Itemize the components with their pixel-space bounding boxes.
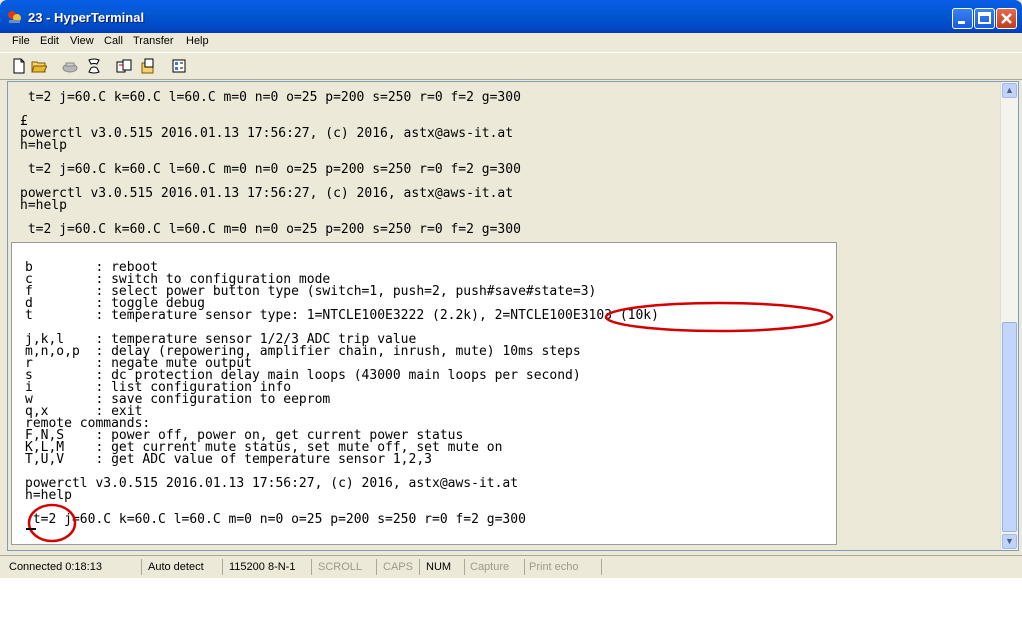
menu-transfer[interactable]: Transfer <box>133 35 174 47</box>
annotation-overlay <box>27 301 834 543</box>
new-connection-icon[interactable] <box>11 58 27 74</box>
menu-file[interactable]: File <box>12 35 30 47</box>
terminal-scrollback: t=2 j=60.C k=60.C l=60.C m=0 n=0 o=25 p=… <box>20 90 521 237</box>
close-icon <box>1001 13 1012 24</box>
properties-icon[interactable] <box>172 58 188 74</box>
menu-call[interactable]: Call <box>104 35 123 47</box>
vertical-scrollbar[interactable]: ▲ ▼ <box>1000 82 1018 550</box>
status-num: NUM <box>423 559 465 575</box>
scroll-up-button[interactable]: ▲ <box>1002 83 1017 98</box>
title-bar[interactable]: 23 - HyperTerminal <box>0 0 1022 33</box>
maximize-button[interactable] <box>974 8 995 29</box>
hyperterminal-app-icon[interactable] <box>7 9 22 24</box>
chevron-up-icon: ▲ <box>1005 85 1014 95</box>
receive-file-icon[interactable] <box>140 58 156 74</box>
minimize-icon <box>958 21 965 24</box>
status-baud: 115200 8-N-1 <box>226 559 312 575</box>
menu-view[interactable]: View <box>70 35 94 47</box>
status-bar: Connected 0:18:13 Auto detect 115200 8-N… <box>0 555 1022 577</box>
annotation-circle-sensor-type <box>604 301 834 333</box>
scroll-thumb[interactable] <box>1002 322 1017 532</box>
status-print-echo: Print echo <box>526 559 602 575</box>
menu-edit[interactable]: Edit <box>40 35 59 47</box>
open-folder-icon[interactable] <box>31 58 47 74</box>
status-capture: Capture <box>467 559 525 575</box>
status-auto-detect: Auto detect <box>145 559 223 575</box>
status-caps: CAPS <box>380 559 420 575</box>
scroll-down-button[interactable]: ▼ <box>1002 534 1017 549</box>
minimize-button[interactable] <box>952 8 973 29</box>
chevron-down-icon: ▼ <box>1005 536 1014 546</box>
connect-phone-icon[interactable] <box>62 58 78 74</box>
status-scroll: SCROLL <box>315 559 377 575</box>
menu-bar: File Edit View Call Transfer Help <box>0 33 1022 50</box>
terminal-area[interactable]: t=2 j=60.C k=60.C l=60.C m=0 n=0 o=25 p=… <box>7 81 1019 551</box>
close-button[interactable] <box>996 8 1017 29</box>
terminal-screen[interactable]: b : reboot c : switch to configuration m… <box>11 242 837 545</box>
annotation-circle-t-value <box>27 503 77 543</box>
hyperterminal-window: 23 - HyperTerminal File Edit View Call T… <box>0 0 1022 578</box>
toolbar <box>0 52 1022 80</box>
maximize-icon <box>978 12 991 24</box>
send-file-icon[interactable] <box>116 58 132 74</box>
text-cursor <box>26 528 36 530</box>
window-title: 23 - HyperTerminal <box>28 10 145 25</box>
status-connected: Connected 0:18:13 <box>6 559 142 575</box>
menu-help[interactable]: Help <box>186 35 209 47</box>
disconnect-phone-icon[interactable] <box>86 58 102 74</box>
